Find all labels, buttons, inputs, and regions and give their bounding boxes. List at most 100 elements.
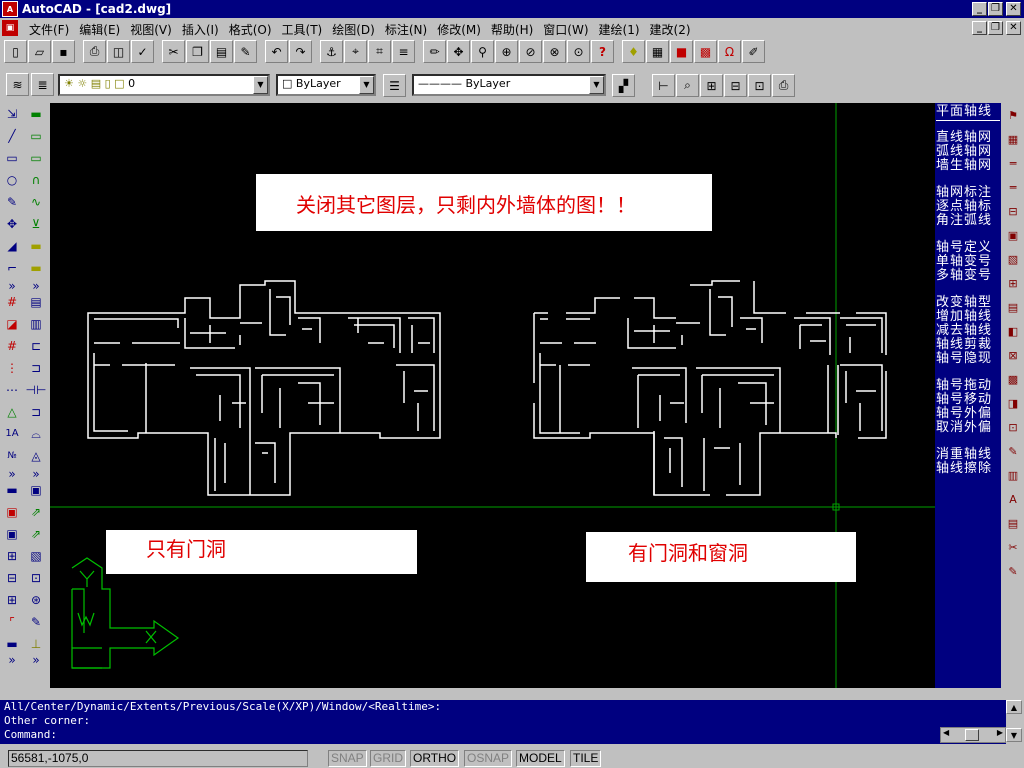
doc-close-button[interactable]: ✕	[1006, 21, 1021, 35]
menu-item[interactable]: 修改(M)	[432, 21, 486, 38]
clipboard-icon[interactable]: ▣	[25, 480, 47, 500]
screen-menu-header[interactable]: 平面轴线	[936, 105, 1000, 121]
undo-icon[interactable]: ↶	[265, 40, 288, 63]
status-toggle-grid[interactable]: GRID	[370, 750, 406, 767]
erase-icon[interactable]: ◢	[1, 236, 23, 256]
number-icon[interactable]: №	[1, 446, 23, 466]
tool-icon[interactable]: ⇗	[25, 502, 47, 522]
block-icon[interactable]: ⊞	[700, 74, 723, 97]
menu-item[interactable]: 标注(N)	[380, 21, 432, 38]
text-1a-icon[interactable]: 1A	[1, 424, 23, 444]
print-preview-icon[interactable]: ◫	[107, 40, 130, 63]
screen-menu-item[interactable]: 减去轴线	[936, 324, 1000, 338]
layers-icon[interactable]: ≣	[31, 73, 54, 96]
column-icon[interactable]: ▬	[25, 236, 47, 256]
screen-menu-item[interactable]: 墙生轴网	[936, 159, 1000, 173]
inquiry-icon[interactable]: ⌕	[676, 74, 699, 97]
print-icon[interactable]: ⎙	[83, 40, 106, 63]
copy-icon[interactable]: ❐	[186, 40, 209, 63]
export-icon[interactable]: ⊡	[748, 74, 771, 97]
triangle-icon[interactable]: △	[1, 402, 23, 422]
pencil-icon[interactable]: ✎	[1003, 443, 1023, 461]
room-icon[interactable]: ⊐	[25, 358, 47, 378]
half-box-icon[interactable]: ◨	[1003, 395, 1023, 413]
horizontal-scrollbar[interactable]: ◀ ▶	[940, 727, 1006, 743]
screen-menu-item[interactable]: 角注弧线	[936, 214, 1000, 228]
menu-item[interactable]: 建改(2)	[645, 21, 696, 38]
doc-maximize-button[interactable]: ❐	[988, 21, 1003, 35]
axis-grid-icon[interactable]: #	[1, 336, 23, 356]
zoom-previous-icon[interactable]: ⊗	[543, 40, 566, 63]
command-scrollbar[interactable]: ▲ ▼	[1006, 700, 1024, 744]
frame-icon[interactable]: ▣	[1, 502, 23, 522]
chevron-down-icon[interactable]: ▼	[589, 76, 604, 94]
redo-icon[interactable]: ↷	[289, 40, 312, 63]
drawing-canvas[interactable]: 关闭其它图层，只剩内外墙体的图！！ 只有门洞 有门洞和窗洞	[50, 103, 935, 688]
layer-close-icon[interactable]: ■	[670, 40, 693, 63]
rectangle-icon[interactable]: ▭	[1, 148, 23, 168]
zoom-realtime-icon[interactable]: ⚲	[471, 40, 494, 63]
screen-menu-item[interactable]: 单轴变号	[936, 255, 1000, 269]
scissors-icon[interactable]: ✂	[1003, 539, 1023, 557]
pan-icon[interactable]: ✥	[447, 40, 470, 63]
tracking-icon[interactable]: ≡	[392, 40, 415, 63]
screen-menu-item[interactable]: 消重轴线	[936, 448, 1000, 462]
layer-edit-icon[interactable]: ✐	[742, 40, 765, 63]
toilet-icon[interactable]: ⌓	[25, 424, 47, 444]
flag-icon[interactable]: ⚑	[1003, 107, 1023, 125]
list-icon[interactable]: ⊞	[1, 590, 23, 610]
lightbulb-icon[interactable]: ♦	[622, 40, 645, 63]
table-icon[interactable]: ▤	[25, 292, 47, 312]
menu-item[interactable]: 格式(O)	[224, 21, 277, 38]
magnet-icon[interactable]: Ω	[718, 40, 741, 63]
scroll-thumb[interactable]	[965, 729, 979, 741]
corner-icon[interactable]: ⌜	[1, 612, 23, 632]
break-icon[interactable]: ⊣⊢	[25, 380, 47, 400]
window-icon[interactable]: ▭	[25, 148, 47, 168]
pen-icon[interactable]: ⇗	[25, 524, 47, 544]
screen-menu-item[interactable]: 轴线擦除	[936, 462, 1000, 476]
circle-icon[interactable]: ○	[1, 170, 23, 190]
grid-icon[interactable]: #	[1, 292, 23, 312]
zoom-window-icon[interactable]: ⊕	[495, 40, 518, 63]
screen-menu-item[interactable]: 轴号移动	[936, 393, 1000, 407]
fill-icon[interactable]: ▩	[1003, 371, 1023, 389]
line-icon[interactable]: ═	[1003, 179, 1023, 197]
minimize-button[interactable]: _	[972, 2, 987, 16]
zoom-extents-icon[interactable]: ⊙	[567, 40, 590, 63]
menu-item[interactable]: 绘图(D)	[327, 21, 380, 38]
hatch-icon[interactable]: ▧	[1003, 251, 1023, 269]
screen-menu-item[interactable]: 轴线剪裁	[936, 338, 1000, 352]
hyperlink-icon[interactable]: ⚓	[320, 40, 343, 63]
layer-select[interactable]: ☀ ☼ ▤ ▯ □ 0 ▼	[58, 74, 270, 96]
insert-block-icon[interactable]: ⊟	[724, 74, 747, 97]
dim-icon[interactable]: ⊏	[25, 336, 47, 356]
close-button[interactable]: ✕	[1006, 2, 1021, 16]
menu-item[interactable]: 窗口(W)	[538, 21, 593, 38]
menu-item[interactable]: 工具(T)	[277, 21, 328, 38]
array-icon[interactable]: ▥	[25, 314, 47, 334]
scroll-left-icon[interactable]: ◀	[943, 728, 949, 737]
command-prompt[interactable]: Command:	[4, 728, 1006, 742]
screen-menu-item[interactable]: 轴号拖动	[936, 379, 1000, 393]
roof-icon[interactable]: ◬	[25, 446, 47, 466]
screen-menu-item[interactable]: 直线轴网	[936, 131, 1000, 145]
stair-icon[interactable]: ⊻	[25, 214, 47, 234]
more-icon[interactable]: »	[25, 650, 47, 670]
object-snap-icon[interactable]: ⌖	[344, 40, 367, 63]
brush-icon[interactable]: ✎	[1, 192, 23, 212]
scroll-down-icon[interactable]: ▼	[1006, 728, 1022, 742]
status-toggle-tile[interactable]: TILE	[570, 750, 602, 767]
hatch-tool-icon[interactable]: ▧	[25, 546, 47, 566]
ucs-icon[interactable]: ⌗	[368, 40, 391, 63]
list-icon[interactable]: ▤	[1003, 299, 1023, 317]
axis-icon[interactable]: ⋮	[1, 358, 23, 378]
balloon-icon[interactable]: ⊛	[25, 590, 47, 610]
fold-icon[interactable]: ⊟	[1003, 203, 1023, 221]
layer-manager-icon[interactable]: ▦	[646, 40, 669, 63]
spell-check-icon[interactable]: ✓	[131, 40, 154, 63]
maximize-button[interactable]: ❐	[988, 2, 1003, 16]
autocad-icon[interactable]: A	[2, 1, 18, 17]
match-properties-icon[interactable]: ✎	[234, 40, 257, 63]
text-icon[interactable]: A	[1003, 491, 1023, 509]
